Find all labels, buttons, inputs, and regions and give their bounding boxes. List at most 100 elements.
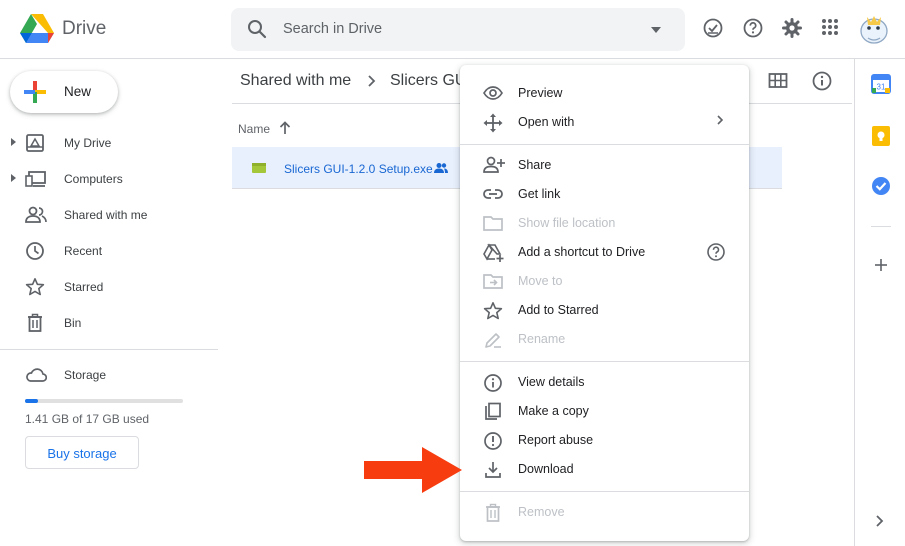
menu-item-show-file-location: Show file location <box>460 209 749 238</box>
keep-icon[interactable] <box>872 126 890 146</box>
menu-item-add-to-starred[interactable]: Add to Starred <box>460 296 749 325</box>
menu-item-make-a-copy[interactable]: Make a copy <box>460 397 749 426</box>
pencil-icon <box>483 330 503 350</box>
sidebar-item-shared-with-me[interactable]: Shared with me <box>0 199 218 231</box>
menu-item-report-abuse[interactable]: Report abuse <box>460 426 749 455</box>
exe-file-icon <box>252 163 266 173</box>
side-panel: 31 <box>854 59 905 546</box>
link-icon <box>483 185 503 203</box>
search-bar[interactable]: Search in Drive <box>231 8 685 51</box>
expand-arrow-icon[interactable] <box>11 174 16 182</box>
buy-storage-button[interactable]: Buy storage <box>25 436 139 469</box>
storage-label: Storage <box>64 368 107 382</box>
top-bar: Drive Search in Drive <box>0 0 905 59</box>
help-icon[interactable] <box>706 242 726 262</box>
search-input[interactable]: Search in Drive <box>283 21 382 37</box>
menu-item-share[interactable]: Share <box>460 151 749 180</box>
menu-item-view-details[interactable]: View details <box>460 368 749 397</box>
menu-item-rename: Rename <box>460 325 749 354</box>
shared-with-me-icon <box>25 205 47 225</box>
buy-storage-label: Buy storage <box>47 446 117 461</box>
report-icon <box>483 431 503 451</box>
shared-people-icon <box>434 162 448 174</box>
menu-item-open-with[interactable]: Open with <box>460 108 749 137</box>
calendar-icon[interactable]: 31 <box>871 74 891 94</box>
sidebar-item-label: Bin <box>64 316 82 330</box>
menu-item-label: Show file location <box>518 216 616 230</box>
search-icon[interactable] <box>247 19 267 39</box>
tasks-icon[interactable] <box>871 176 891 196</box>
expand-arrow-icon[interactable] <box>11 138 16 146</box>
menu-item-preview[interactable]: Preview <box>460 79 749 108</box>
grid-view-icon[interactable] <box>768 72 788 90</box>
sidebar-item-storage[interactable]: Storage <box>0 359 218 391</box>
chevron-right-icon[interactable] <box>875 514 885 528</box>
help-icon[interactable] <box>742 17 764 39</box>
storage-used-text: 1.41 GB of 17 GB used <box>25 412 150 426</box>
breadcrumb-shared-with-me[interactable]: Shared with me <box>240 72 351 90</box>
plus-icon <box>24 81 46 103</box>
menu-item-move-to: Move to <box>460 267 749 296</box>
person-add-icon <box>483 156 505 174</box>
new-button-label: New <box>64 84 92 99</box>
menu-divider <box>460 361 749 362</box>
menu-item-download[interactable]: Download <box>460 455 749 484</box>
sidebar-item-recent[interactable]: Recent <box>0 235 218 267</box>
ready-for-offline-icon[interactable] <box>702 17 724 39</box>
chevron-right-icon <box>366 73 378 89</box>
context-menu: Preview Open with Share Get link Show fi… <box>460 65 749 541</box>
sidebar-item-starred[interactable]: Starred <box>0 271 218 303</box>
drive-shortcut-icon <box>483 243 505 263</box>
menu-item-label: Get link <box>518 187 561 201</box>
info-icon[interactable] <box>811 70 833 92</box>
menu-divider <box>460 491 749 492</box>
search-options-icon[interactable] <box>649 25 663 35</box>
storage-usage-bar <box>25 399 183 403</box>
my-drive-icon <box>25 133 45 153</box>
star-icon <box>483 301 503 321</box>
account-avatar[interactable] <box>858 12 890 46</box>
sidebar-item-label: Shared with me <box>64 208 148 222</box>
menu-item-label: Download <box>518 462 574 476</box>
eye-icon <box>483 84 503 102</box>
sidebar-item-computers[interactable]: Computers <box>0 163 218 195</box>
clock-icon <box>25 241 45 261</box>
move-to-folder-icon <box>483 272 503 290</box>
submenu-chevron-icon <box>715 113 725 127</box>
file-name[interactable]: Slicers GUI-1.2.0 Setup.exe <box>284 162 433 176</box>
menu-item-label: Move to <box>518 274 563 288</box>
bin-icon <box>25 313 45 333</box>
red-arrow-annotation <box>364 447 462 493</box>
copy-icon <box>483 402 503 422</box>
menu-item-label: Make a copy <box>518 404 589 418</box>
menu-item-label: Open with <box>518 115 575 129</box>
sidebar-item-my-drive[interactable]: My Drive <box>0 127 218 159</box>
settings-icon[interactable] <box>781 17 803 39</box>
column-header-name[interactable]: Name <box>238 122 270 136</box>
sort-ascending-icon[interactable] <box>279 121 291 135</box>
svg-text:31: 31 <box>877 83 886 92</box>
new-button[interactable]: New <box>10 71 118 113</box>
menu-divider <box>460 144 749 145</box>
menu-item-add-shortcut[interactable]: Add a shortcut to Drive <box>460 238 749 267</box>
download-icon <box>483 460 503 480</box>
add-addon-icon[interactable] <box>874 258 888 272</box>
menu-item-label: Rename <box>518 332 566 346</box>
sidebar-item-bin[interactable]: Bin <box>0 307 218 339</box>
storage-usage-fill <box>25 399 38 403</box>
menu-item-label: Report abuse <box>518 433 594 447</box>
menu-item-label: Add a shortcut to Drive <box>518 245 646 259</box>
menu-item-get-link[interactable]: Get link <box>460 180 749 209</box>
info-icon <box>483 373 503 393</box>
folder-icon <box>483 214 503 232</box>
breadcrumb-current-folder[interactable]: Slicers GU <box>390 72 466 90</box>
drive-logo-icon[interactable] <box>20 14 54 44</box>
menu-item-label: Preview <box>518 86 563 100</box>
apps-grid-icon[interactable] <box>820 17 840 37</box>
trash-icon <box>483 503 503 523</box>
computers-icon <box>25 169 47 189</box>
menu-item-label: View details <box>518 375 585 389</box>
star-icon <box>25 277 45 297</box>
sidebar-item-label: My Drive <box>64 136 112 150</box>
side-panel-divider <box>871 226 891 227</box>
